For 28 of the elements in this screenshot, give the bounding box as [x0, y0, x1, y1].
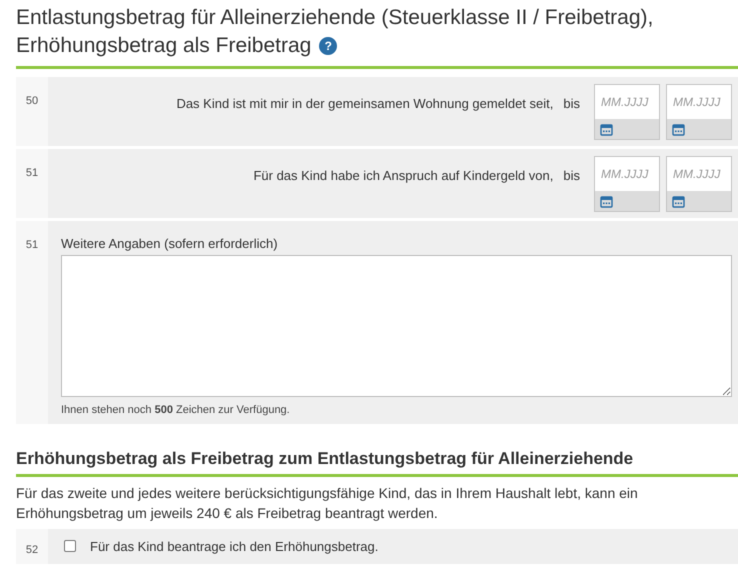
field-label: Für das Kind habe ich Anspruch auf Kindergeld von,: [253, 167, 554, 185]
line-number: 50: [26, 94, 38, 109]
help-icon[interactable]: ?: [319, 37, 338, 55]
character-count-hint: Ihnen stehen noch 500 Zeichen zur Verfügung.: [61, 402, 291, 418]
calendar-icon[interactable]: [672, 194, 685, 208]
checkbox-label: Für das Kind beantrage ich den Erhöhungsbetrag.: [90, 538, 378, 556]
date-input[interactable]: MM.JJJJ: [595, 85, 659, 119]
section-title: Erhöhungsbetrag als Freibetrag zum Entlastungsbetrag für Alleinerziehende: [16, 448, 634, 470]
field-label: Weitere Angaben (sofern erforderlich): [61, 235, 279, 253]
line-number: 52: [26, 542, 38, 558]
section-description: Für das zweite und jedes weitere berücksichtigungsfähige Kind, das in Ihrem Haushalt lebt, kann ein Erhöhungsbetrag um jeweils 240 € als Freibetrag beantragt werden.: [16, 484, 639, 522]
calendar-icon[interactable]: [600, 194, 613, 208]
calendar-icon[interactable]: [672, 122, 685, 136]
calendar-button-bar[interactable]: [667, 191, 731, 211]
line-number: 51: [26, 166, 38, 181]
date-input[interactable]: MM.JJJJ: [667, 157, 731, 191]
date-input[interactable]: MM.JJJJ: [667, 85, 731, 119]
calendar-button-bar[interactable]: [595, 191, 659, 211]
date-input[interactable]: MM.JJJJ: [595, 157, 659, 191]
calendar-icon[interactable]: [600, 122, 613, 136]
calendar-button-bar[interactable]: [595, 119, 659, 139]
checkbox[interactable]: [64, 540, 76, 552]
field-label: Das Kind ist mit mir in der gemeinsamen Wohnung gemeldet seit,: [176, 95, 554, 113]
field-label: bis: [563, 167, 580, 185]
field-label: bis: [563, 95, 580, 113]
page-title: Entlastungsbetrag für Alleinerziehende (Steuerklasse II / Freibetrag), Erhöhungsbetrag als Freibetrag ?: [16, 5, 654, 59]
calendar-button-bar[interactable]: [667, 119, 731, 139]
line-number: 51: [26, 238, 38, 253]
